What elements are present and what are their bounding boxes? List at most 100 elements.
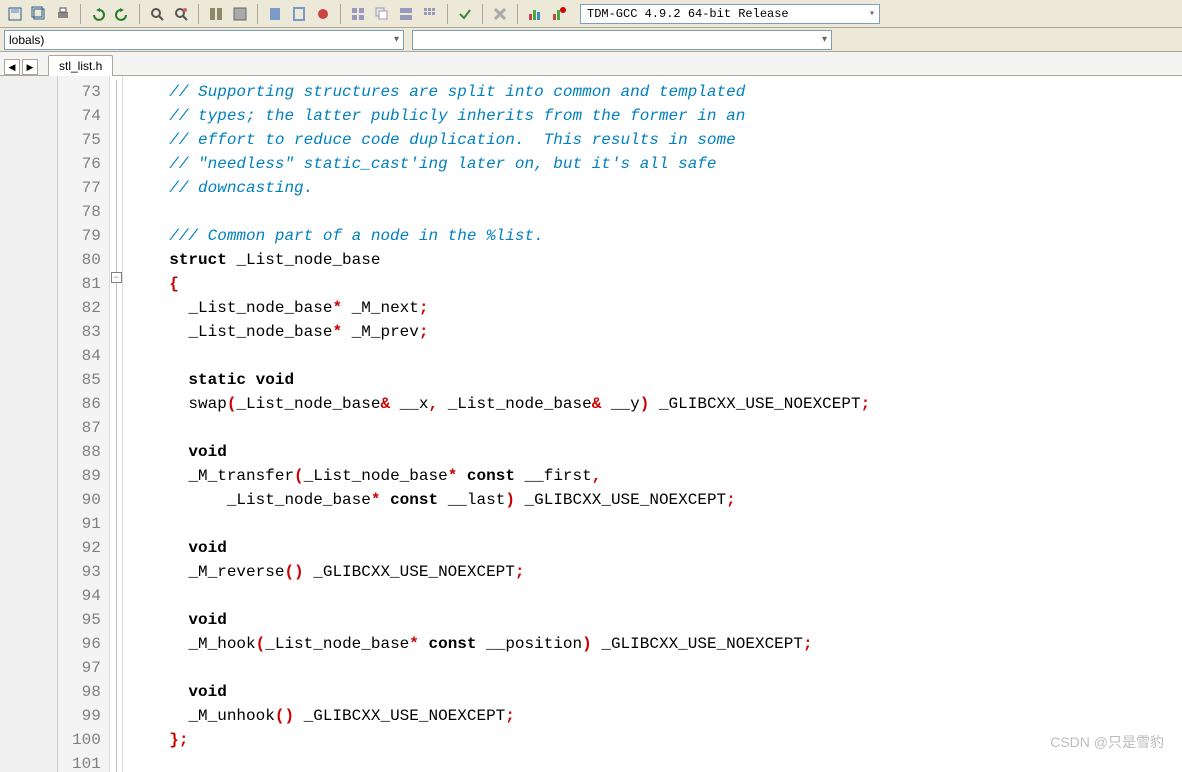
line-number: 78 — [72, 200, 101, 224]
chevron-right-icon: ▶ — [27, 62, 34, 73]
line-number: 92 — [72, 536, 101, 560]
code-line: swap(_List_node_base& __x, _List_node_ba… — [131, 392, 870, 416]
line-number: 73 — [72, 80, 101, 104]
compiler-label: TDM-GCC 4.9.2 64-bit Release — [587, 7, 789, 21]
separator — [482, 4, 483, 24]
line-number: 96 — [72, 632, 101, 656]
tab-next-button[interactable]: ▶ — [22, 59, 38, 75]
code-line: { — [131, 272, 870, 296]
code-line: }; — [131, 728, 870, 752]
line-number: 90 — [72, 488, 101, 512]
code-line — [131, 416, 870, 440]
code-line: void — [131, 536, 870, 560]
member-combo[interactable] — [412, 30, 832, 50]
window-cascade-icon[interactable] — [371, 3, 393, 25]
separator — [257, 4, 258, 24]
workspace: 7374757677787980818283848586878889909192… — [0, 76, 1182, 772]
code-line: // types; the latter publicly inherits f… — [131, 104, 870, 128]
code-line: // "needless" static_cast'ing later on, … — [131, 152, 870, 176]
line-number: 80 — [72, 248, 101, 272]
line-number: 82 — [72, 296, 101, 320]
code-area[interactable]: // Supporting structures are split into … — [123, 76, 878, 772]
line-number: 76 — [72, 152, 101, 176]
scope-combo[interactable]: lobals) — [4, 30, 404, 50]
print-icon[interactable] — [52, 3, 74, 25]
redo-icon[interactable] — [111, 3, 133, 25]
editor-tabbar: ◀ ▶ stl_list.h — [0, 52, 1182, 76]
code-line: _M_hook(_List_node_base* const __positio… — [131, 632, 870, 656]
separator — [198, 4, 199, 24]
fold-toggle-icon[interactable]: − — [111, 272, 122, 283]
line-number: 79 — [72, 224, 101, 248]
code-line: // effort to reduce code duplication. Th… — [131, 128, 870, 152]
code-line: _M_unhook() _GLIBCXX_USE_NOEXCEPT; — [131, 704, 870, 728]
save-all-icon[interactable] — [28, 3, 50, 25]
separator — [139, 4, 140, 24]
debug-icon[interactable] — [312, 3, 334, 25]
code-line — [131, 344, 870, 368]
run-icon[interactable] — [229, 3, 251, 25]
line-number: 86 — [72, 392, 101, 416]
code-line: _M_reverse() _GLIBCXX_USE_NOEXCEPT; — [131, 560, 870, 584]
line-number: 83 — [72, 320, 101, 344]
tab-prev-button[interactable]: ◀ — [4, 59, 20, 75]
code-line: _List_node_base* const __last) _GLIBCXX_… — [131, 488, 870, 512]
code-line: static void — [131, 368, 870, 392]
replace-icon[interactable] — [170, 3, 192, 25]
line-number: 85 — [72, 368, 101, 392]
line-number: 100 — [72, 728, 101, 752]
code-editor[interactable]: 7374757677787980818283848586878889909192… — [58, 76, 1182, 772]
line-number: 84 — [72, 344, 101, 368]
code-line: _List_node_base* _M_next; — [131, 296, 870, 320]
find-icon[interactable] — [146, 3, 168, 25]
line-number: 75 — [72, 128, 101, 152]
compiler-selector[interactable]: TDM-GCC 4.9.2 64-bit Release — [580, 4, 880, 24]
chart-icon[interactable] — [524, 3, 546, 25]
remove-chart-icon[interactable] — [548, 3, 570, 25]
project-panel[interactable] — [0, 76, 58, 772]
chevron-left-icon: ◀ — [9, 62, 16, 73]
scope-value: lobals) — [9, 33, 44, 47]
code-line — [131, 752, 870, 772]
code-line — [131, 200, 870, 224]
line-number: 98 — [72, 680, 101, 704]
toggle-bookmark-icon[interactable] — [264, 3, 286, 25]
line-number: 88 — [72, 440, 101, 464]
window-hsplit-icon[interactable] — [395, 3, 417, 25]
line-number: 94 — [72, 584, 101, 608]
code-line: struct _List_node_base — [131, 248, 870, 272]
clear-icon[interactable] — [489, 3, 511, 25]
line-number: 77 — [72, 176, 101, 200]
separator — [447, 4, 448, 24]
file-tab[interactable]: stl_list.h — [48, 55, 113, 76]
code-line: _M_transfer(_List_node_base* const __fir… — [131, 464, 870, 488]
compile-icon[interactable] — [205, 3, 227, 25]
check-icon[interactable] — [454, 3, 476, 25]
tab-filename: stl_list.h — [59, 59, 102, 73]
code-line — [131, 584, 870, 608]
code-line: // downcasting. — [131, 176, 870, 200]
fold-gutter[interactable]: − — [109, 76, 123, 772]
tab-nav: ◀ ▶ — [4, 59, 38, 75]
undo-icon[interactable] — [87, 3, 109, 25]
code-line: void — [131, 608, 870, 632]
save-icon[interactable] — [4, 3, 26, 25]
window-grid-icon[interactable] — [419, 3, 441, 25]
separator — [340, 4, 341, 24]
line-number: 91 — [72, 512, 101, 536]
line-number: 93 — [72, 560, 101, 584]
code-line: void — [131, 440, 870, 464]
goto-bookmark-icon[interactable] — [288, 3, 310, 25]
line-number: 74 — [72, 104, 101, 128]
code-line — [131, 656, 870, 680]
code-line — [131, 512, 870, 536]
code-line: // Supporting structures are split into … — [131, 80, 870, 104]
line-number: 89 — [72, 464, 101, 488]
window-tile-icon[interactable] — [347, 3, 369, 25]
main-toolbar: TDM-GCC 4.9.2 64-bit Release — [0, 0, 1182, 28]
line-number: 101 — [72, 752, 101, 772]
line-number: 87 — [72, 416, 101, 440]
separator — [517, 4, 518, 24]
line-number: 81 — [72, 272, 101, 296]
separator — [80, 4, 81, 24]
